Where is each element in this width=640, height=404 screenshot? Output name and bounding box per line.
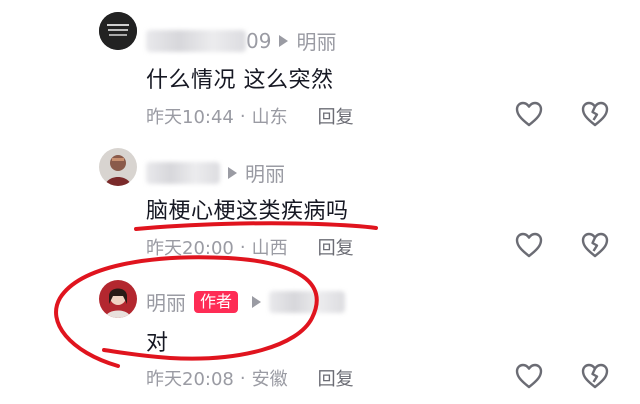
- comment-time: 昨天20:00: [146, 238, 234, 259]
- username-blurred[interactable]: [146, 161, 220, 184]
- comment-info: 昨天20:08 · 安徽 回复: [146, 365, 354, 391]
- reply-to-name[interactable]: 明丽: [245, 158, 285, 187]
- reply-target-blurred[interactable]: [269, 290, 346, 313]
- comment-location: 山西: [251, 238, 288, 259]
- comment-location: 山东: [251, 107, 288, 128]
- avatar[interactable]: [99, 280, 137, 318]
- comment-header: 明丽: [146, 158, 285, 187]
- avatar-image: [99, 148, 137, 186]
- reply-arrow-icon: [252, 295, 262, 308]
- comment-text: 什么情况 这么突然: [146, 68, 334, 93]
- comment-location: 安徽: [251, 369, 288, 390]
- avatar[interactable]: [99, 12, 137, 50]
- comment-header: 明丽 作者: [146, 287, 346, 316]
- like-heart-icon[interactable]: [514, 231, 544, 259]
- separator-dot: ·: [239, 105, 246, 127]
- reply-arrow-icon: [279, 34, 289, 47]
- like-heart-icon[interactable]: [514, 362, 544, 390]
- comment-text: 脑梗心梗这类疾病吗: [146, 199, 349, 224]
- reply-button[interactable]: 回复: [318, 234, 354, 260]
- avatar-image: [99, 12, 137, 50]
- comment-time: 昨天20:08: [146, 369, 234, 390]
- reply-arrow-icon: [228, 166, 237, 179]
- author-badge: 作者: [194, 290, 239, 313]
- username-suffix: 09: [246, 28, 272, 53]
- username-blurred[interactable]: [146, 29, 246, 52]
- separator-dot: ·: [239, 367, 246, 389]
- reply-button[interactable]: 回复: [318, 103, 354, 129]
- avatar-image: [99, 280, 137, 318]
- comment-time: 昨天10:44: [146, 107, 234, 128]
- dislike-broken-heart-icon[interactable]: [580, 100, 610, 128]
- avatar[interactable]: [99, 148, 137, 186]
- like-heart-icon[interactable]: [514, 100, 544, 128]
- comment-text: 对: [146, 331, 169, 356]
- separator-dot: ·: [239, 236, 246, 258]
- comment-header: 09 明丽: [146, 26, 336, 55]
- dislike-broken-heart-icon[interactable]: [580, 231, 610, 259]
- reply-to-name[interactable]: 明丽: [296, 26, 336, 55]
- author-name[interactable]: 明丽: [146, 287, 186, 316]
- comment-info: 昨天20:00 · 山西 回复: [146, 234, 354, 260]
- dislike-broken-heart-icon[interactable]: [580, 362, 610, 390]
- comment-info: 昨天10:44 · 山东 回复: [146, 103, 354, 129]
- reply-button[interactable]: 回复: [318, 365, 354, 391]
